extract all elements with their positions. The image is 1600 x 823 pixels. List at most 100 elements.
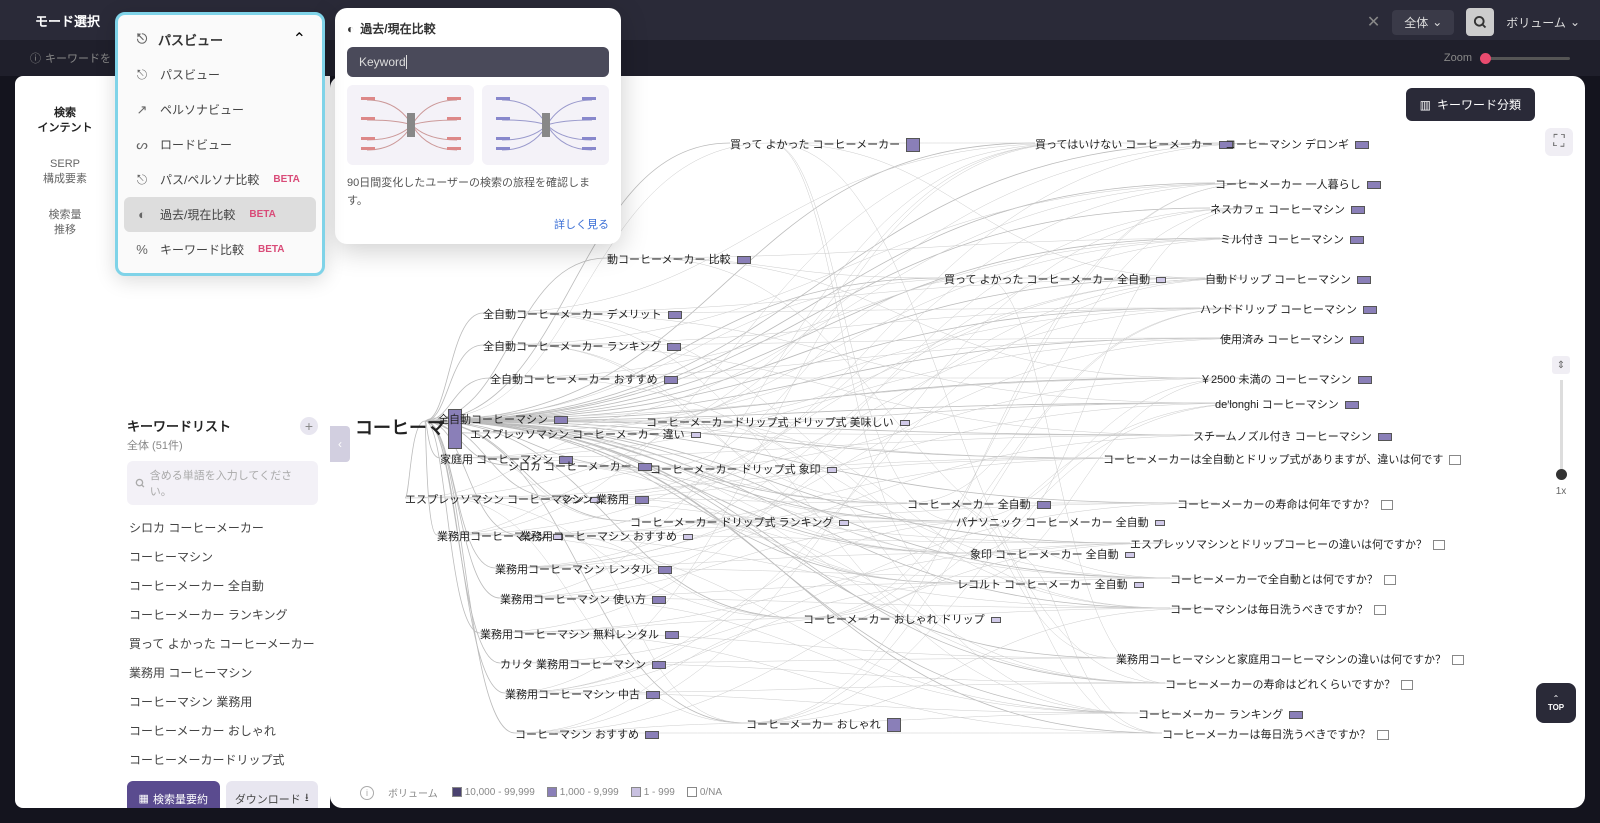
download-icon: ⭳ <box>305 789 309 808</box>
graph-node[interactable]: ハンドドリップ コーヒーマシン <box>1200 301 1377 317</box>
graph-node[interactable]: スチームノズル付き コーヒーマシン <box>1193 428 1392 444</box>
graph-node[interactable]: コーヒーメーカー ドリップ式 象印 <box>650 461 837 477</box>
mode-dropdown-item[interactable]: %キーワード比較BETA <box>124 232 316 267</box>
graph-node[interactable]: 動コーヒーメーカー 比較 <box>607 251 751 267</box>
graph-node[interactable]: 業務用コーヒーマシン 中古 <box>505 686 660 702</box>
mode-dropdown-item[interactable]: ◐過去/現在比較BETA <box>124 197 316 232</box>
graph-node[interactable]: 全自動コーヒーメーカー おすすめ <box>490 371 678 387</box>
graph-node[interactable]: コーヒーメーカーで全自動とは何ですか？ <box>1170 571 1396 587</box>
graph-node[interactable]: 使用済み コーヒーマシン <box>1220 331 1364 347</box>
fullscreen-button[interactable]: ⛶ <box>1545 128 1573 156</box>
graph-node[interactable]: コーヒーメーカーの寿命は何年ですか？ <box>1177 496 1393 512</box>
keyword-list-item[interactable]: コーヒーマシン 業務用 <box>127 687 318 716</box>
node-label-text: コーヒーマシン デロンギ <box>1225 139 1349 151</box>
mode-tooltip-description: 90日間変化したユーザーの検索の旅程を確認します。 <box>347 175 609 210</box>
node-label-text: ハンドドリップ コーヒーマシン <box>1200 304 1357 316</box>
graph-node[interactable]: 買って よかった コーヒーメーカー <box>730 136 920 152</box>
keyword-list-subtitle: 全体 (51件) <box>127 437 318 453</box>
filter-all-button[interactable]: 全体 ⌄ <box>1392 10 1454 35</box>
graph-node[interactable]: 業務用コーヒーマシン おすすめ <box>520 528 693 544</box>
left-tab[interactable]: SERP構成要素 <box>15 147 115 198</box>
graph-node[interactable]: 全自動コーヒーメーカー デメリット <box>483 306 682 322</box>
graph-node[interactable]: 自動ドリップ コーヒーマシン <box>1205 271 1371 287</box>
graph-node[interactable]: 象印 コーヒーメーカー 全自動 <box>970 546 1135 562</box>
zoom-slider-knob[interactable] <box>1480 53 1491 64</box>
graph-node[interactable]: ネスカフェ コーヒーマシン <box>1210 201 1365 217</box>
node-label-text: コーヒーメーカーは全自動とドリップ式がありますが、違いは何です <box>1103 454 1443 466</box>
graph-node[interactable]: コーヒーメーカー おしゃれ <box>746 716 901 732</box>
graph-node[interactable]: パナソニック コーヒーメーカー 全自動 <box>956 514 1165 530</box>
graph-node[interactable]: 全自動コーヒーメーカー ランキング <box>483 338 681 354</box>
mode-dropdown-item[interactable]: ⎋パスビュー <box>124 57 316 92</box>
graph-node[interactable]: 買って よかった コーヒーメーカー 全自動 <box>944 271 1166 287</box>
mode-item-label: ロードビュー <box>160 136 232 153</box>
graph-node[interactable]: コーヒーメーカー 全自動 <box>907 496 1051 512</box>
graph-node[interactable]: 業務用コーヒーマシン 無料レンタル <box>480 626 679 642</box>
graph-node[interactable]: コーヒーメーカーの寿命はどれくらいですか？ <box>1165 676 1413 692</box>
node-volume-box <box>554 416 568 424</box>
graph-node[interactable]: コーヒーメーカー 一人暮らし <box>1215 176 1381 192</box>
keyword-search-input[interactable]: 含める単語を入力してください。 <box>127 461 318 505</box>
node-label-text: 業務用コーヒーマシン 無料レンタル <box>480 629 659 641</box>
graph-node[interactable]: 業務用コーヒーマシン レンタル <box>495 561 672 577</box>
add-keyword-button[interactable]: + <box>300 417 318 435</box>
graph-node[interactable]: 買ってはいけない コーヒーメーカー <box>1035 136 1233 152</box>
graph-node[interactable]: 業務用コーヒーマシン 使い方 <box>500 591 666 607</box>
volume-summary-button[interactable]: ▦ 検索量要約 <box>127 781 220 808</box>
mode-dropdown-header[interactable]: ⎋ パスビュー ⌃ <box>124 21 316 57</box>
mode-dropdown-item[interactable]: ᔕロードビュー <box>124 127 316 162</box>
graph-node[interactable]: エスプレッソマシン コーヒーメーカー 違い <box>470 426 701 442</box>
download-button[interactable]: ダウンロード ⭳ <box>226 781 319 808</box>
graph-node[interactable]: ￥2500 未満の コーヒーマシン <box>1200 371 1372 387</box>
collapse-panel-button[interactable]: ‹ <box>330 426 350 462</box>
graph-node[interactable]: コーヒーメーカーは全自動とドリップ式がありますが、違いは何です <box>1103 451 1461 467</box>
mode-item-label: 過去/現在比較 <box>160 206 235 223</box>
node-label-text: パナソニック コーヒーメーカー 全自動 <box>956 517 1149 529</box>
node-volume-box <box>1367 181 1381 189</box>
graph-node[interactable]: カリタ 業務用コーヒーマシン <box>500 656 666 672</box>
keyword-list-item[interactable]: コーヒーマシン <box>127 542 318 571</box>
keyword-classify-button[interactable]: ▥ キーワード分類 <box>1406 88 1535 121</box>
node-volume-box <box>887 718 901 732</box>
node-label-text: コーヒーメーカーの寿命は何年ですか？ <box>1177 499 1375 511</box>
graph-node[interactable]: コーヒーメーカーは毎日洗うべきですか？ <box>1162 726 1389 742</box>
graph-node[interactable]: コーヒーメーカー おしゃれ ドリップ <box>803 611 1001 627</box>
vertical-zoom-slider[interactable]: ⇕ 1x <box>1551 356 1571 506</box>
node-volume-box <box>668 311 682 319</box>
clear-icon[interactable]: ✕ <box>1367 12 1380 32</box>
vertical-zoom-knob[interactable] <box>1556 469 1567 480</box>
graph-node[interactable]: 業務用コーヒーマシンと家庭用コーヒーマシンの違いは何ですか？ <box>1116 651 1464 667</box>
keyword-list-item[interactable]: コーヒーメーカー ランキング <box>127 600 318 629</box>
mode-dropdown-item[interactable]: ↗ペルソナビュー <box>124 92 316 127</box>
node-label-text: コーヒーメーカー ドリップ式 象印 <box>650 464 821 476</box>
graph-node[interactable]: マシン 業務用 <box>560 491 649 507</box>
graph-node[interactable]: コーヒーマシン デロンギ <box>1225 136 1369 152</box>
node-volume-box <box>737 256 751 264</box>
keyword-list-item[interactable]: 業務用 コーヒーマシン <box>127 658 318 687</box>
graph-node[interactable]: de'longhi コーヒーマシン <box>1215 396 1359 412</box>
search-button[interactable] <box>1466 8 1494 36</box>
graph-node[interactable]: コーヒーマシン おすすめ <box>515 726 659 742</box>
learn-more-link[interactable]: 詳しく見る <box>347 216 609 232</box>
graph-node[interactable]: シロカ コーヒーメーカー <box>508 458 652 474</box>
zoom-slider[interactable] <box>1480 57 1570 60</box>
keyword-list-item[interactable]: シロカ コーヒーメーカー <box>127 513 318 542</box>
graph-node[interactable]: レコルト コーヒーメーカー 全自動 <box>957 576 1144 592</box>
graph-node[interactable]: ミル付き コーヒーマシン <box>1220 231 1364 247</box>
left-tab[interactable]: 検索量推移 <box>15 198 115 249</box>
node-volume-box <box>1134 582 1144 588</box>
graph-node[interactable]: エスプレッソマシンとドリップコーヒーの違いは何ですか？ <box>1130 536 1445 552</box>
mode-dropdown-item[interactable]: ⎋パス/ペルソナ比較BETA <box>124 162 316 197</box>
node-label-text: 全自動コーヒーメーカー ランキング <box>483 341 661 353</box>
graph-node[interactable]: 全自動コーヒーマシン <box>438 411 568 427</box>
keyword-list-item[interactable]: 買って よかった コーヒーメーカー <box>127 629 318 658</box>
graph-node[interactable]: コーヒーマシンは毎日洗うべきですか？ <box>1170 601 1386 617</box>
left-tab[interactable]: 検索インテント <box>15 96 115 147</box>
scroll-top-button[interactable]: ⌃ TOP <box>1536 683 1576 723</box>
keyword-list-item[interactable]: コーヒーメーカー おしゃれ <box>127 716 318 745</box>
keyword-list-item[interactable]: コーヒーメーカー 全自動 <box>127 571 318 600</box>
graph-node[interactable]: コーヒーメーカー ランキング <box>1138 706 1303 722</box>
node-volume-box <box>1355 141 1369 149</box>
keyword-list-item[interactable]: コーヒーメーカードリップ式 <box>127 745 318 773</box>
volume-dropdown[interactable]: ボリューム ⌄ <box>1506 14 1580 31</box>
